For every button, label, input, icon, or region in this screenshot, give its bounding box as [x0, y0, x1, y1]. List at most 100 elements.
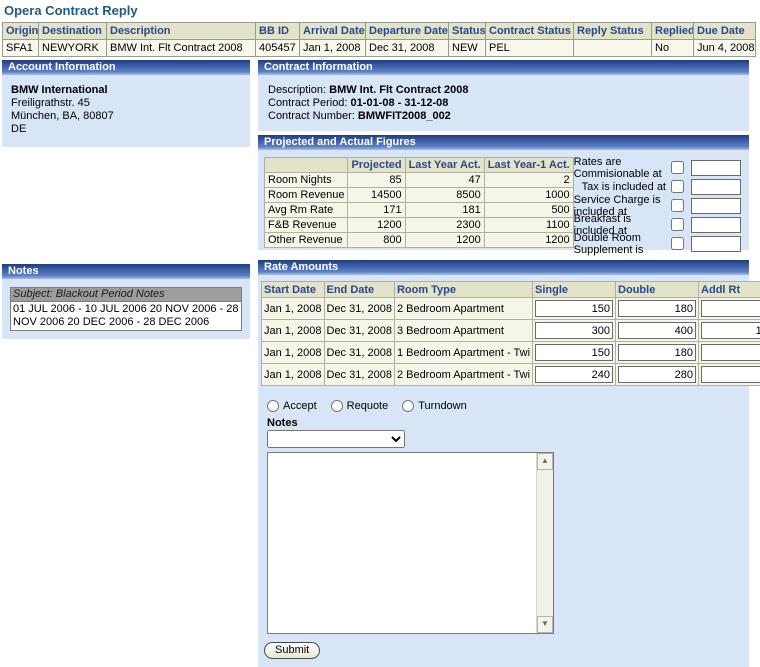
- account-information-body: BMW International Freiligrathstr. 45 Mün…: [2, 75, 250, 147]
- commissionable-checkbox[interactable]: [671, 161, 684, 174]
- row-label: Room Revenue: [265, 188, 348, 203]
- single-rate-input[interactable]: [535, 300, 613, 317]
- rate-option-list: Rates are Commisionable at Tax is includ…: [574, 157, 741, 250]
- breakfast-value-input[interactable]: [691, 217, 741, 233]
- accept-radio[interactable]: [267, 400, 279, 412]
- col-addl-rt: Addl Rt: [699, 282, 760, 298]
- rate-amounts-body: Start Date End Date Room Type Single Dou…: [258, 275, 749, 667]
- projected-row-fb-revenue: F&B Revenue 1200 2300 1100: [265, 218, 574, 233]
- single-rate-input[interactable]: [535, 344, 613, 361]
- notes-header: Notes: [2, 264, 250, 279]
- end-date: Dec 31, 2008: [324, 320, 394, 342]
- account-address-line1: Freiligrathstr. 45: [11, 97, 250, 110]
- account-address-line2: München, BA, 80807: [11, 110, 250, 123]
- start-date: Jan 1, 2008: [262, 320, 325, 342]
- cell-departure-date: Dec 31, 2008: [366, 40, 449, 57]
- accept-label: Accept: [283, 400, 317, 412]
- cell-origin: SFA1: [3, 40, 39, 57]
- double-rate-input[interactable]: [618, 344, 696, 361]
- contract-information-panel: Contract Information Description: BMW In…: [258, 60, 749, 131]
- account-information-panel: Account Information BMW International Fr…: [2, 60, 250, 147]
- account-information-header: Account Information: [2, 60, 250, 75]
- room-type: 1 Bedroom Apartment - Twi: [394, 342, 532, 364]
- single-rate-input[interactable]: [535, 322, 613, 339]
- projected-figures-body: Projected Last Year Act. Last Year-1 Act…: [258, 150, 749, 250]
- last-year-value: 8500: [405, 188, 484, 203]
- breakfast-checkbox[interactable]: [671, 218, 684, 231]
- scroll-up-icon[interactable]: ▲: [537, 453, 553, 470]
- turndown-radio[interactable]: [402, 400, 414, 412]
- start-date: Jan 1, 2008: [262, 364, 325, 386]
- single-rate-input[interactable]: [535, 366, 613, 383]
- option-label: Rates are Commisionable at: [574, 156, 666, 180]
- requote-radio[interactable]: [331, 400, 343, 412]
- left-column: Account Information BMW International Fr…: [2, 60, 250, 667]
- col-departure-date: Departure Date: [366, 23, 449, 40]
- contract-information-body: Description: BMW Int. Flt Contract 2008 …: [258, 75, 749, 131]
- end-date: Dec 31, 2008: [324, 364, 394, 386]
- projected-value: 800: [348, 233, 405, 248]
- double-rate-input[interactable]: [618, 366, 696, 383]
- cell-due-date: Jun 4, 2008: [694, 40, 756, 57]
- reply-notes-textarea[interactable]: ▲ ▼: [267, 452, 554, 634]
- notes-type-dropdown[interactable]: [267, 430, 405, 448]
- double-room-supplement-checkbox[interactable]: [671, 237, 684, 250]
- textarea-scrollbar[interactable]: ▲ ▼: [536, 453, 553, 633]
- start-date: Jan 1, 2008: [262, 298, 325, 320]
- tax-value-input[interactable]: [691, 179, 741, 195]
- reply-choice-group: Accept Requote Turndown: [267, 399, 747, 413]
- projected-figures-table: Projected Last Year Act. Last Year-1 Act…: [264, 157, 574, 248]
- scroll-down-icon[interactable]: ▼: [537, 616, 553, 633]
- col-single: Single: [533, 282, 616, 298]
- room-type: 3 Bedroom Apartment: [394, 320, 532, 342]
- right-column: Contract Information Description: BMW In…: [258, 60, 749, 667]
- rate-amounts-panel: Rate Amounts Start Date End Date Room Ty…: [258, 260, 749, 667]
- notes-panel: Notes Subject: Blackout Period Notes 01 …: [2, 264, 250, 339]
- tax-included-checkbox[interactable]: [671, 180, 684, 193]
- notes-subject: Subject: Blackout Period Notes: [11, 288, 241, 302]
- double-room-supplement-value-input[interactable]: [691, 236, 741, 252]
- addl-rate-input[interactable]: [701, 300, 760, 317]
- account-name: BMW International: [11, 84, 250, 97]
- commissionable-value-input[interactable]: [691, 160, 741, 176]
- last-year-value: 181: [405, 203, 484, 218]
- cell-bb-id: 405457: [256, 40, 300, 57]
- summary-header-row: Origin Destination Description BB ID Arr…: [3, 23, 756, 40]
- proj-col-last-year-1: Last Year-1 Act.: [484, 158, 573, 173]
- room-type: 2 Bedroom Apartment: [394, 298, 532, 320]
- projected-header-row: Projected Last Year Act. Last Year-1 Act…: [265, 158, 574, 173]
- option-double-room-supplement: Double Room Supplement is: [574, 234, 741, 253]
- contract-description-label: Description:: [268, 84, 326, 96]
- col-bb-id: BB ID: [256, 23, 300, 40]
- col-replied: Replied: [652, 23, 694, 40]
- contract-number-line: Contract Number: BMWFIT2008_002: [268, 110, 749, 123]
- cell-arrival-date: Jan 1, 2008: [300, 40, 366, 57]
- service-charge-value-input[interactable]: [691, 198, 741, 214]
- rate-amounts-table: Start Date End Date Room Type Single Dou…: [261, 281, 760, 386]
- projected-row-room-nights: Room Nights 85 47 2: [265, 173, 574, 188]
- start-date: Jan 1, 2008: [262, 342, 325, 364]
- last-year-1-value: 1100: [484, 218, 573, 233]
- notes-body: Subject: Blackout Period Notes 01 JUL 20…: [2, 279, 250, 339]
- double-rate-input[interactable]: [618, 322, 696, 339]
- cell-reply-status: [574, 40, 652, 57]
- option-label: Tax is included at: [582, 181, 666, 193]
- projected-row-other-revenue: Other Revenue 800 1200 1200: [265, 233, 574, 248]
- addl-rate-input[interactable]: [701, 366, 760, 383]
- page: Opera Contract Reply Origin Destination …: [0, 0, 760, 667]
- end-date: Dec 31, 2008: [324, 298, 394, 320]
- rate-row: Jan 1, 2008 Dec 31, 2008 2 Bedroom Apart…: [262, 364, 760, 386]
- rate-amounts-header: Rate Amounts: [258, 260, 749, 275]
- requote-label: Requote: [347, 400, 389, 412]
- cell-replied: No: [652, 40, 694, 57]
- proj-col-blank: [265, 158, 348, 173]
- rate-header-row: Start Date End Date Room Type Single Dou…: [262, 282, 760, 298]
- addl-rate-input[interactable]: [701, 344, 760, 361]
- proj-col-projected: Projected: [348, 158, 405, 173]
- last-year-1-value: 500: [484, 203, 573, 218]
- addl-rate-input[interactable]: [701, 322, 760, 339]
- double-rate-input[interactable]: [618, 300, 696, 317]
- projected-value: 14500: [348, 188, 405, 203]
- page-title: Opera Contract Reply: [2, 2, 760, 22]
- service-charge-checkbox[interactable]: [671, 199, 684, 212]
